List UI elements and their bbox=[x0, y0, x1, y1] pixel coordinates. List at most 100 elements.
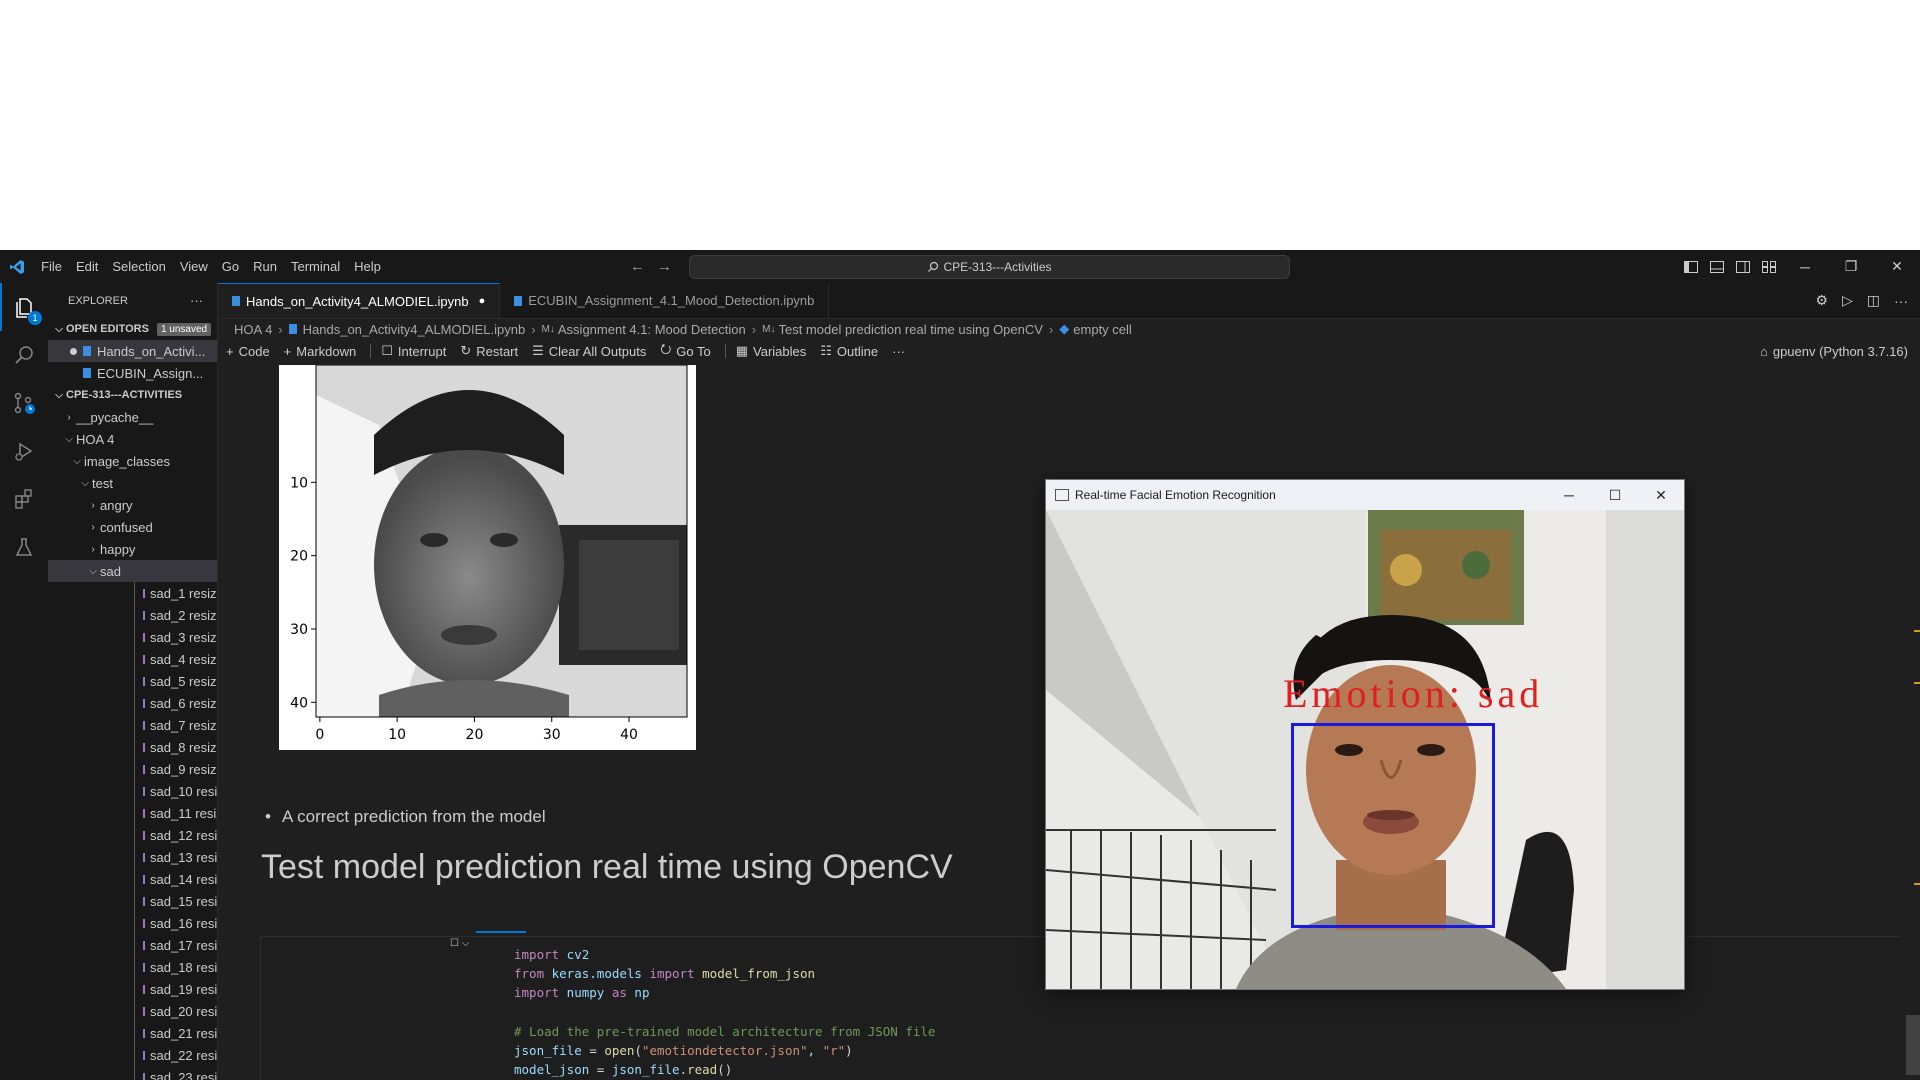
scrollbar-thumb[interactable] bbox=[1906, 1015, 1920, 1075]
search-icon[interactable] bbox=[0, 331, 48, 379]
open-editors-section[interactable]: ⌵ OPEN EDITORS 1 unsaved bbox=[48, 318, 217, 340]
toggle-panel-icon[interactable] bbox=[1704, 260, 1730, 273]
back-arrow-icon[interactable]: ← bbox=[630, 258, 645, 275]
tab-hands-on-activity[interactable]: Hands_on_Activity4_ALMODIEL.ipynb ● bbox=[218, 283, 501, 318]
file-item[interactable]: sad_11 resized.j... bbox=[48, 802, 217, 824]
opencv-title-bar[interactable]: Real-time Facial Emotion Recognition ─ ☐… bbox=[1046, 480, 1684, 510]
menu-item-run[interactable]: Run bbox=[246, 250, 284, 283]
chevron-right-icon: › bbox=[67, 411, 71, 423]
menu-item-file[interactable]: File bbox=[34, 250, 69, 283]
menu-item-view[interactable]: View bbox=[173, 250, 215, 283]
breadcrumb-item[interactable]: HOA 4 bbox=[234, 322, 272, 337]
file-item[interactable]: sad_23 resized.j... bbox=[48, 1066, 217, 1080]
menu-item-selection[interactable]: Selection bbox=[105, 250, 172, 283]
file-item[interactable]: sad_6 resized.jpg bbox=[48, 692, 217, 714]
add-markdown-button[interactable]: + Markdown bbox=[284, 344, 357, 359]
interrupt-button[interactable]: ☐ Interrupt bbox=[381, 343, 446, 359]
run-debug-icon[interactable] bbox=[0, 427, 48, 475]
toggle-primary-sidebar-icon[interactable] bbox=[1678, 260, 1704, 273]
file-item[interactable]: sad_10 resized.j... bbox=[48, 780, 217, 802]
file-item[interactable]: sad_1 resized.jpg bbox=[48, 582, 217, 604]
file-item[interactable]: sad_21 resized.j... bbox=[48, 1022, 217, 1044]
source-control-icon[interactable] bbox=[0, 379, 48, 427]
menu-item-go[interactable]: Go bbox=[215, 250, 246, 283]
file-item[interactable]: sad_15 resized.j... bbox=[48, 890, 217, 912]
kernel-picker[interactable]: ⌂ gpuenv (Python 3.7.16) bbox=[1760, 340, 1908, 362]
file-item[interactable]: sad_17 resized.j... bbox=[48, 934, 217, 956]
file-item[interactable]: sad_5 resized.jpg bbox=[48, 670, 217, 692]
testing-flask-icon[interactable] bbox=[0, 523, 48, 571]
folder-hoa4[interactable]: ⌵ HOA 4 bbox=[48, 428, 217, 450]
file-item[interactable]: sad_4 resized.jpg bbox=[48, 648, 217, 670]
workspace-section[interactable]: ⌵ CPE-313---ACTIVITIES bbox=[48, 384, 217, 406]
gear-icon[interactable]: ⚙ bbox=[1815, 292, 1828, 309]
folder-label: test bbox=[92, 475, 113, 491]
open-editor-item[interactable]: Hands_on_Activi... bbox=[48, 340, 217, 362]
file-item[interactable]: sad_19 resized.j... bbox=[48, 978, 217, 1000]
opencv-window[interactable]: Real-time Facial Emotion Recognition ─ ☐… bbox=[1045, 479, 1685, 990]
file-label: sad_4 resized.jpg bbox=[150, 651, 217, 667]
restore-button[interactable]: ❐ bbox=[1828, 258, 1874, 275]
open-editor-item[interactable]: ECUBIN_Assign... bbox=[48, 362, 217, 384]
split-editor-icon[interactable]: ◫ bbox=[1867, 292, 1880, 309]
folder-pycache[interactable]: › __pycache__ bbox=[48, 406, 217, 428]
breadcrumb-item[interactable]: Assignment 4.1: Mood Detection bbox=[558, 322, 746, 337]
folder-happy[interactable]: › happy bbox=[48, 538, 217, 560]
restart-label: Restart bbox=[476, 343, 519, 359]
code-token: "r" bbox=[822, 1042, 846, 1058]
toolbar-more-button[interactable]: ··· bbox=[892, 344, 905, 359]
command-center-search[interactable]: CPE-313---Activities bbox=[689, 255, 1290, 279]
file-item[interactable]: sad_22 resized.j... bbox=[48, 1044, 217, 1066]
file-item[interactable]: sad_2 resized.jpg bbox=[48, 604, 217, 626]
outline-button[interactable]: ☷ Outline bbox=[820, 343, 878, 359]
extensions-icon[interactable] bbox=[0, 475, 48, 523]
cv-maximize-button[interactable]: ☐ bbox=[1592, 480, 1638, 510]
customize-layout-icon[interactable] bbox=[1756, 260, 1782, 273]
folder-sad[interactable]: ⌵ sad bbox=[48, 560, 217, 582]
close-button[interactable]: ✕ bbox=[1874, 258, 1920, 275]
more-actions-icon[interactable]: ··· bbox=[1894, 293, 1908, 309]
cv-close-button[interactable]: ✕ bbox=[1638, 480, 1684, 510]
clear-outputs-button[interactable]: ☰ Clear All Outputs bbox=[532, 343, 646, 359]
file-item[interactable]: sad_12 resized.j... bbox=[48, 824, 217, 846]
file-item[interactable]: sad_8 resized.jpg bbox=[48, 736, 217, 758]
file-item[interactable]: sad_13 resized.j... bbox=[48, 846, 217, 868]
restart-button[interactable]: ↻ Restart bbox=[460, 343, 518, 359]
explorer-more-button[interactable]: ··· bbox=[190, 293, 203, 308]
variables-button[interactable]: ▦ Variables bbox=[736, 343, 807, 359]
code-token: from bbox=[514, 966, 545, 982]
run-icon[interactable]: ▷ bbox=[1842, 292, 1853, 309]
minimize-button[interactable]: ─ bbox=[1782, 259, 1828, 275]
menu-item-edit[interactable]: Edit bbox=[69, 250, 105, 283]
cv-minimize-button[interactable]: ─ bbox=[1546, 480, 1592, 510]
file-item[interactable]: sad_16 resized.j... bbox=[48, 912, 217, 934]
unsaved-dot-icon[interactable]: ● bbox=[479, 295, 486, 307]
file-item[interactable]: sad_14 resized.j... bbox=[48, 868, 217, 890]
file-item[interactable]: sad_9 resized.jpg bbox=[48, 758, 217, 780]
file-item[interactable]: sad_7 resized.jpg bbox=[48, 714, 217, 736]
breadcrumb-item[interactable]: empty cell bbox=[1073, 322, 1132, 337]
code-token: . bbox=[679, 1062, 688, 1078]
toggle-secondary-sidebar-icon[interactable] bbox=[1730, 260, 1756, 273]
explorer-icon[interactable]: 1 bbox=[0, 283, 48, 331]
folder-angry[interactable]: › angry bbox=[48, 494, 217, 516]
file-item[interactable]: sad_3 resized.jpg bbox=[48, 626, 217, 648]
folder-test[interactable]: ⌵ test bbox=[48, 472, 217, 494]
breadcrumb-item[interactable]: Hands_on_Activity4_ALMODIEL.ipynb bbox=[303, 322, 526, 337]
tab-ecubin-assignment[interactable]: ECUBIN_Assignment_4.1_Mood_Detection.ipy… bbox=[500, 283, 830, 318]
cell-collapse-toggle[interactable]: ☐ ⌵ bbox=[450, 938, 469, 949]
code-editor[interactable]: import cv2 from keras.models import model… bbox=[514, 945, 935, 1079]
menu-item-terminal[interactable]: Terminal bbox=[284, 250, 347, 283]
editor-scrollbar[interactable] bbox=[1906, 365, 1920, 1080]
breadcrumb-item[interactable]: Test model prediction real time using Op… bbox=[778, 322, 1042, 337]
unsaved-dot-icon[interactable] bbox=[70, 347, 77, 355]
add-code-button[interactable]: + Code bbox=[226, 344, 270, 359]
folder-confused[interactable]: › confused bbox=[48, 516, 217, 538]
folder-label: happy bbox=[100, 541, 136, 557]
menu-item-help[interactable]: Help bbox=[347, 250, 388, 283]
folder-image-classes[interactable]: ⌵ image_classes bbox=[48, 450, 217, 472]
file-item[interactable]: sad_18 resized.j... bbox=[48, 956, 217, 978]
goto-button[interactable]: ⭮ Go To bbox=[660, 340, 710, 362]
forward-arrow-icon[interactable]: → bbox=[657, 258, 672, 275]
file-item[interactable]: sad_20 resized.j... bbox=[48, 1000, 217, 1022]
